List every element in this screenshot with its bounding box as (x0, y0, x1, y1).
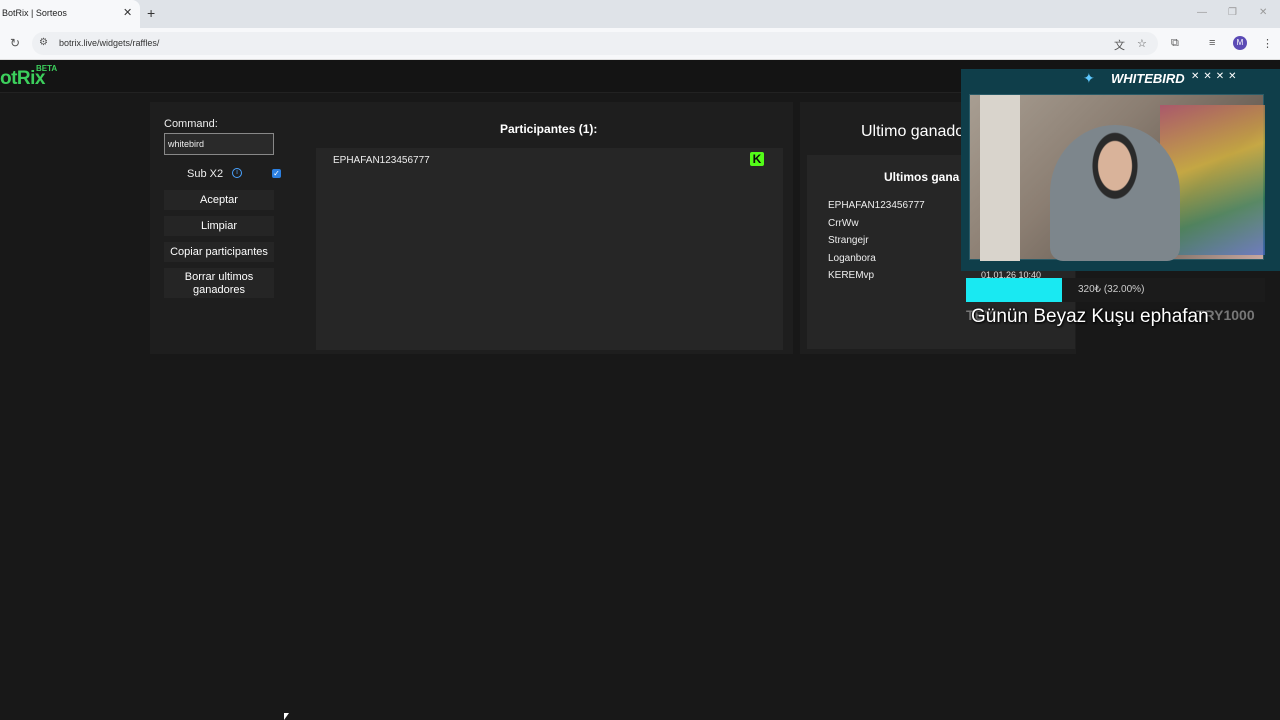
tab-title: BotRix | Sorteos (2, 8, 67, 18)
command-label: Command: (164, 118, 218, 130)
tab-close-icon[interactable]: ✕ (123, 6, 132, 19)
media-icon[interactable]: ≡ (1209, 37, 1215, 49)
sub-x2-checkbox[interactable]: ✓ (272, 169, 281, 178)
window-close-icon[interactable]: ✕ (1259, 7, 1267, 18)
last-winners-subtitle: Ultimos gana (884, 170, 960, 184)
profile-avatar[interactable]: M (1233, 36, 1247, 50)
winner-item: Loganbora (828, 252, 876, 264)
participant-name: EPHAFAN123456777 (333, 155, 430, 166)
extensions-icon[interactable]: ⧉ (1171, 37, 1179, 50)
site-info-icon[interactable]: ⚙ (39, 37, 48, 48)
star-icon[interactable]: ☆ (1137, 37, 1147, 50)
command-input[interactable] (164, 133, 274, 155)
channel-name: WHITEBIRD (1111, 71, 1185, 86)
url-field[interactable]: ⚙ botrix.live/widgets/raffles/ (32, 32, 1158, 55)
copy-participants-button[interactable]: Copiar participantes (164, 242, 274, 262)
browser-tab[interactable]: BotRix | Sorteos ✕ (0, 0, 140, 28)
webcam-feed (969, 94, 1265, 261)
stream-webcam-overlay: ✦ WHITEBIRD ✕✕✕✕ (961, 69, 1280, 271)
restore-icon[interactable]: ❐ (1228, 7, 1237, 18)
decorative-x-icons: ✕✕✕✕ (1191, 71, 1241, 82)
cam-wall (980, 95, 1020, 261)
clear-winners-button[interactable]: Borrar ultimos ganadores (164, 268, 274, 298)
winner-item: EPHAFAN123456777 (828, 200, 925, 211)
accept-button[interactable]: Aceptar (164, 190, 274, 210)
winner-item: CrrWw (828, 217, 859, 229)
kick-icon: K (750, 152, 764, 166)
new-tab-button[interactable]: + (147, 5, 155, 21)
cam-person (1050, 125, 1180, 261)
minimize-icon[interactable]: — (1197, 7, 1207, 18)
menu-icon[interactable]: ⋮ (1262, 37, 1273, 50)
url-text: botrix.live/widgets/raffles/ (59, 38, 160, 48)
winner-item: Strangejr (828, 235, 869, 246)
sub-x2-label: Sub X2 (187, 168, 224, 180)
goal-progress-fill (966, 278, 1062, 302)
winner-item: KEREMvp (828, 270, 875, 281)
winners-list: EPHAFAN123456777 CrrWw Strangejr Loganbo… (828, 200, 925, 288)
reload-icon[interactable]: ↻ (10, 36, 20, 50)
beta-badge: BETA (36, 64, 58, 73)
clear-button[interactable]: Limpiar (164, 216, 274, 236)
last-winner-title: Ultimo ganado (861, 123, 965, 140)
info-icon[interactable]: i (232, 168, 242, 178)
goal-progress-text: 320₺ (32.00%) (1078, 284, 1145, 295)
translate-icon[interactable]: 文 (1114, 37, 1125, 53)
bird-icon: ✦ (1083, 70, 1095, 86)
raffle-panel: Command: Sub X2 i ✓ Aceptar Limpiar Copi… (150, 102, 793, 354)
participants-list: EPHAFAN123456777 K (316, 148, 783, 350)
address-bar: ↻ ⚙ botrix.live/widgets/raffles/ 文 ☆ ⧉ ≡… (0, 28, 1280, 60)
participants-title: Participantes (1): (500, 122, 598, 136)
stream-caption: Günün Beyaz Kuşu ephafan (971, 306, 1209, 327)
browser-tab-bar: BotRix | Sorteos ✕ + — ❐ ✕ (0, 0, 1280, 28)
mouse-cursor (284, 713, 289, 720)
donation-goal-bar: 320₺ (32.00%) (966, 278, 1265, 302)
